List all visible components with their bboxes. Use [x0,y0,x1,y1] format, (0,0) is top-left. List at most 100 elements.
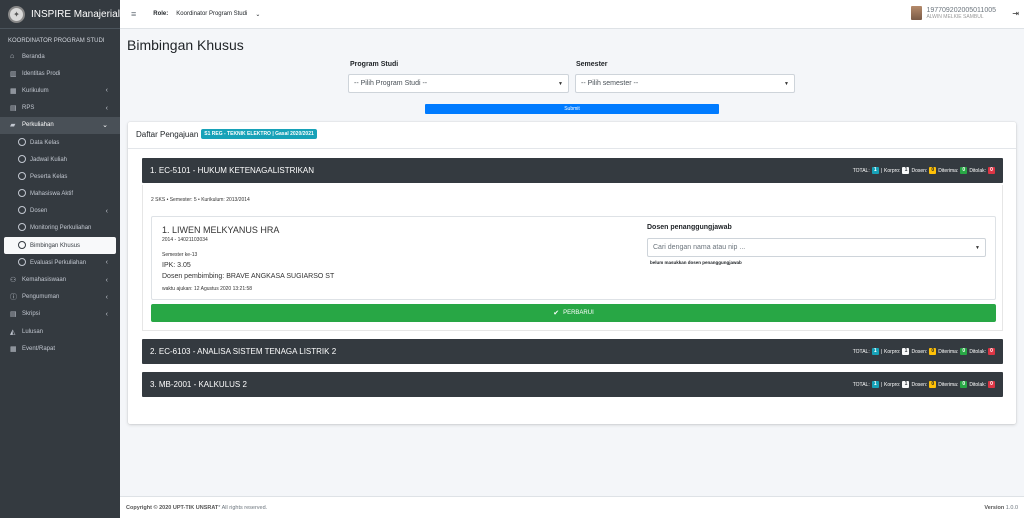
sidebar-item-evaluasi-perkuliahan[interactable]: Evaluasi Perkuliahan ‹ [0,254,120,271]
total-badge: 1 [871,348,879,355]
course-header-3[interactable]: 3. MB-2001 - KALKULUS 2 TOTAL: 1 | Korpro:… [142,372,1003,397]
dosen-badge: 0 [929,167,937,174]
calendar-icon: ▦ [10,345,17,353]
circle-icon [18,154,26,163]
divider [128,148,1016,149]
sidebar-item-bimbingan-khusus[interactable]: Bimbingan Khusus [4,237,116,255]
top-navbar: ≡ Role: Koordinator Program Studi ⌄ 1977… [120,0,1024,29]
logout-icon[interactable]: ⇥ [1012,9,1019,18]
perbarui-button[interactable]: ✔ PERBARUI [151,304,996,322]
circle-icon [18,223,26,232]
chevron-left-icon: ‹ [105,87,108,95]
student-ipk: IPK: 3.05 [162,262,191,269]
check-icon: ✔ [553,310,560,317]
user-menu[interactable]: 197709202005011005 ALWIN MELKIE SAMBUL [911,6,996,20]
sidebar-item-identitas-prodi[interactable]: ▥ Identitas Prodi [0,65,120,82]
diterima-badge: 0 [960,381,968,388]
role-label: Role: [153,11,169,17]
diterima-badge: 0 [960,348,968,355]
sidebar-item-perkuliahan[interactable]: ▰ Perkuliahan ⌄ [0,116,120,134]
sidebar-item-kemahasiswaan[interactable]: ⚇ Kemahasiswaan ‹ [0,271,120,288]
hamburger-menu-icon[interactable]: ≡ [131,9,136,19]
semester-select[interactable]: -- Pilih semester -- ▼ [575,74,795,93]
circle-icon [18,206,26,215]
ditolak-badge: 0 [988,381,995,388]
sidebar-header: KOORDINATOR PROGRAM STUDI [8,38,105,44]
chevron-left-icon: ‹ [105,276,108,284]
sidebar-item-event-rapat[interactable]: ▦ Event/Rapat [0,340,120,357]
chevron-down-icon: ⌄ [102,122,108,130]
student-semester: Semester ke-13 [162,252,198,258]
dosen-penanggungjawab-select[interactable]: Cari dengan nama atau nip ... ▼ [647,238,986,257]
chevron-left-icon: ‹ [105,310,108,318]
ditolak-badge: 0 [988,348,995,355]
file-icon: ▤ [10,105,17,113]
chevron-left-icon: ‹ [105,293,108,301]
sidebar-item-peserta-kelas[interactable]: Peserta Kelas [0,168,120,185]
sidebar-item-monitoring-perkuliahan[interactable]: Monitoring Perkuliahan [0,220,120,237]
program-studi-label: Program Studi [350,61,399,68]
home-icon: ⌂ [10,53,15,61]
briefcase-icon: ▰ [10,122,16,130]
sidebar-item-kurikulum[interactable]: ▦ Kurikulum ‹ [0,82,120,99]
role-select[interactable]: Koordinator Program Studi ⌄ [173,9,263,20]
submit-button[interactable]: Submit [425,104,719,114]
student-request-box: 1. LIWEN MELKYANUS HRA 2014 - 1402110303… [151,216,996,300]
chevron-left-icon: ‹ [105,259,108,267]
sidebar-item-data-kelas[interactable]: Data Kelas [0,134,120,151]
sidebar-item-mahasiswa-aktif[interactable]: Mahasiswa Aktif [0,186,120,203]
users-icon: ⚇ [10,277,17,285]
sidebar-item-beranda[interactable]: ⌂ Beranda [0,48,120,65]
caret-down-icon: ▼ [975,244,980,251]
caret-down-icon: ▼ [784,80,789,87]
avatar [911,6,923,20]
brand-link[interactable]: ✦ INSPIRE Manajerial [0,0,120,29]
course-header-2[interactable]: 2. EC-6103 - ANALISA SISTEM TENAGA LISTR… [142,339,1003,364]
chevron-down-icon: ⌄ [255,11,261,18]
sidebar-item-dosen[interactable]: Dosen ‹ [0,203,120,220]
korpro-badge: 1 [902,348,910,355]
korpro-badge: 1 [902,167,910,174]
circle-icon [18,137,26,146]
chevron-left-icon: ‹ [105,104,108,112]
version-info: Version 1.0.0 [984,505,1018,511]
dosen-badge: 0 [929,348,937,355]
prodi-semester-badge: S1 REG - TEKNIK ELEKTRO | Gasal 2020/202… [201,129,317,139]
course-header-1[interactable]: 1. EC-5101 - HUKUM KETENAGALISTRIKAN TOT… [142,158,1003,183]
circle-icon [18,240,26,249]
page-title: Bimbingan Khusus [127,37,244,53]
copyright-rest: * All rights reserved. [218,504,268,511]
course-stats: TOTAL: 1 | Korpro: 1 Dosen: 0 Diterima: 0 Dit… [853,167,997,174]
student-nim: 2014 - 14021103034 [162,237,208,243]
dosen-badge: 0 [929,381,937,388]
student-name: 1. LIWEN MELKYANUS HRA [162,225,280,235]
total-badge: 1 [871,167,879,174]
footer: Copyright © 2020 UPT-TIK UNSRAT * All ri… [120,496,1024,518]
total-badge: 1 [871,381,879,388]
unsrat-logo-icon: ✦ [8,5,25,23]
ditolak-badge: 0 [988,167,995,174]
semester-label: Semester [576,61,608,68]
sidebar-item-skripsi[interactable]: ▤ Skripsi ‹ [0,306,120,323]
daftar-pengajuan-card: Daftar Pengajuan S1 REG - TEKNIK ELEKTRO… [128,122,1016,424]
korpro-badge: 1 [902,381,910,388]
dosen-penanggungjawab-label: Dosen penanggungjawab [647,224,732,231]
document-icon: ▤ [10,311,17,319]
sidebar-item-lulusan[interactable]: ◭ Lulusan [0,323,120,340]
sidebar-item-rps[interactable]: ▤ RPS ‹ [0,100,120,117]
circle-icon [18,171,26,180]
course-stats: TOTAL: 1 | Korpro: 1 Dosen: 0 Diterima: 0 Dit… [853,381,997,388]
graduation-icon: ◭ [10,328,16,336]
course-body-1: 2 SKS • Semester: 5 • Kurikulum: 2013/20… [142,185,1003,331]
chevron-left-icon: ‹ [105,207,108,215]
brand-title: INSPIRE Manajerial [31,8,120,20]
institution-icon: ▥ [10,70,17,78]
table-icon: ▦ [10,87,17,95]
sidebar-item-pengumuman[interactable]: ⓘ Pengumuman ‹ [0,289,120,306]
info-icon: ⓘ [10,294,17,302]
sidebar-item-jadwal-kuliah[interactable]: Jadwal Kuliah [0,151,120,168]
dosen-warning-text: belum masukkan dosen penanggungjawab [650,260,742,265]
course-stats: TOTAL: 1 | Korpro: 1 Dosen: 0 Diterima: 0 Dit… [853,348,997,355]
copyright-text: Copyright © 2020 UPT-TIK UNSRAT [126,504,219,511]
program-studi-select[interactable]: -- Pilih Program Studi -- ▼ [348,74,569,93]
